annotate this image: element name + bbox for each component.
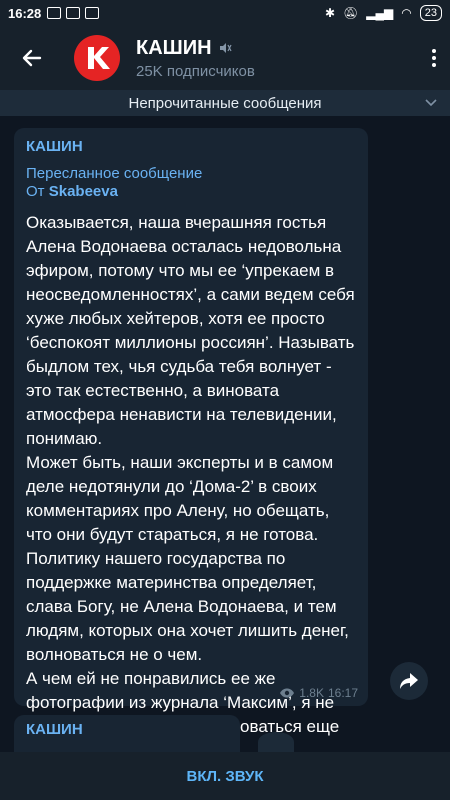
forwarded-label: Пересланное сообщение <box>26 165 203 182</box>
forwarded-from-prefix: От <box>26 183 45 200</box>
message-meta: 1.8K 16:17 <box>279 686 358 700</box>
forwarded-from[interactable]: От Skabeeva <box>26 183 356 201</box>
youtube-icon <box>47 7 62 19</box>
status-bar: 16:28 ✱ 🔕︎ ▂▄▆ ◠ 23 <box>0 0 450 26</box>
system-icons: ✱ 🔕︎ ▂▄▆ ◠ 23 <box>325 5 442 21</box>
forwarded-from-name[interactable]: Skabeeva <box>49 183 118 200</box>
notification-icons <box>47 7 100 19</box>
back-arrow-icon[interactable] <box>20 46 44 70</box>
message-paragraph: Оказывается, наша вчерашняя гостья Алена… <box>26 213 355 448</box>
bottom-bar: ВКЛ. ЗВУК <box>0 752 450 800</box>
app-bar: КАШИН 25K подписчиков <box>0 26 450 90</box>
message-text: Оказывается, наша вчерашняя гостья Алена… <box>26 211 356 763</box>
channel-title-row: КАШИН <box>136 37 255 60</box>
views-eye-icon <box>280 688 295 698</box>
bluetooth-icon: ✱ <box>325 6 336 20</box>
message-author[interactable]: КАШИН <box>26 138 356 155</box>
unmute-button[interactable]: ВКЛ. ЗВУК <box>187 768 264 785</box>
next-message-bubble[interactable]: КАШИН <box>14 715 240 755</box>
channel-avatar[interactable] <box>74 35 120 81</box>
message-paragraph: Может быть, наши эксперты и в самом деле… <box>26 453 334 544</box>
next-share-button[interactable] <box>258 732 294 752</box>
status-time: 16:28 <box>8 5 42 21</box>
share-button[interactable] <box>390 662 428 700</box>
signal-icon: ▂▄▆ <box>366 6 394 20</box>
message-paragraph: Политику нашего государства по поддержке… <box>26 549 349 664</box>
mute-bell-icon: 🔕︎ <box>343 6 359 20</box>
channel-logo-icon <box>88 47 110 69</box>
next-message-author[interactable]: КАШИН <box>26 721 228 738</box>
muted-icon <box>219 43 232 53</box>
unread-messages-banner: Непрочитанные сообщения <box>0 90 450 116</box>
more-options-icon[interactable] <box>432 49 436 67</box>
message-time: 16:17 <box>327 686 358 700</box>
unread-label: Непрочитанные сообщения <box>128 94 322 112</box>
channel-info[interactable]: КАШИН 25K подписчиков <box>136 37 255 80</box>
chevron-down-icon[interactable] <box>424 96 438 110</box>
battery-icon: 23 <box>419 5 442 21</box>
subscriber-count: 25K подписчиков <box>136 62 255 80</box>
message-bubble[interactable]: КАШИН Пересланное сообщение От Skabeeva … <box>14 128 368 760</box>
app-icon <box>66 7 81 19</box>
channel-title: КАШИН <box>136 36 212 59</box>
view-count: 1.8K <box>299 686 324 700</box>
share-arrow-icon <box>400 673 418 689</box>
wifi-icon: ◠ <box>401 6 412 20</box>
message-icon <box>85 7 100 19</box>
